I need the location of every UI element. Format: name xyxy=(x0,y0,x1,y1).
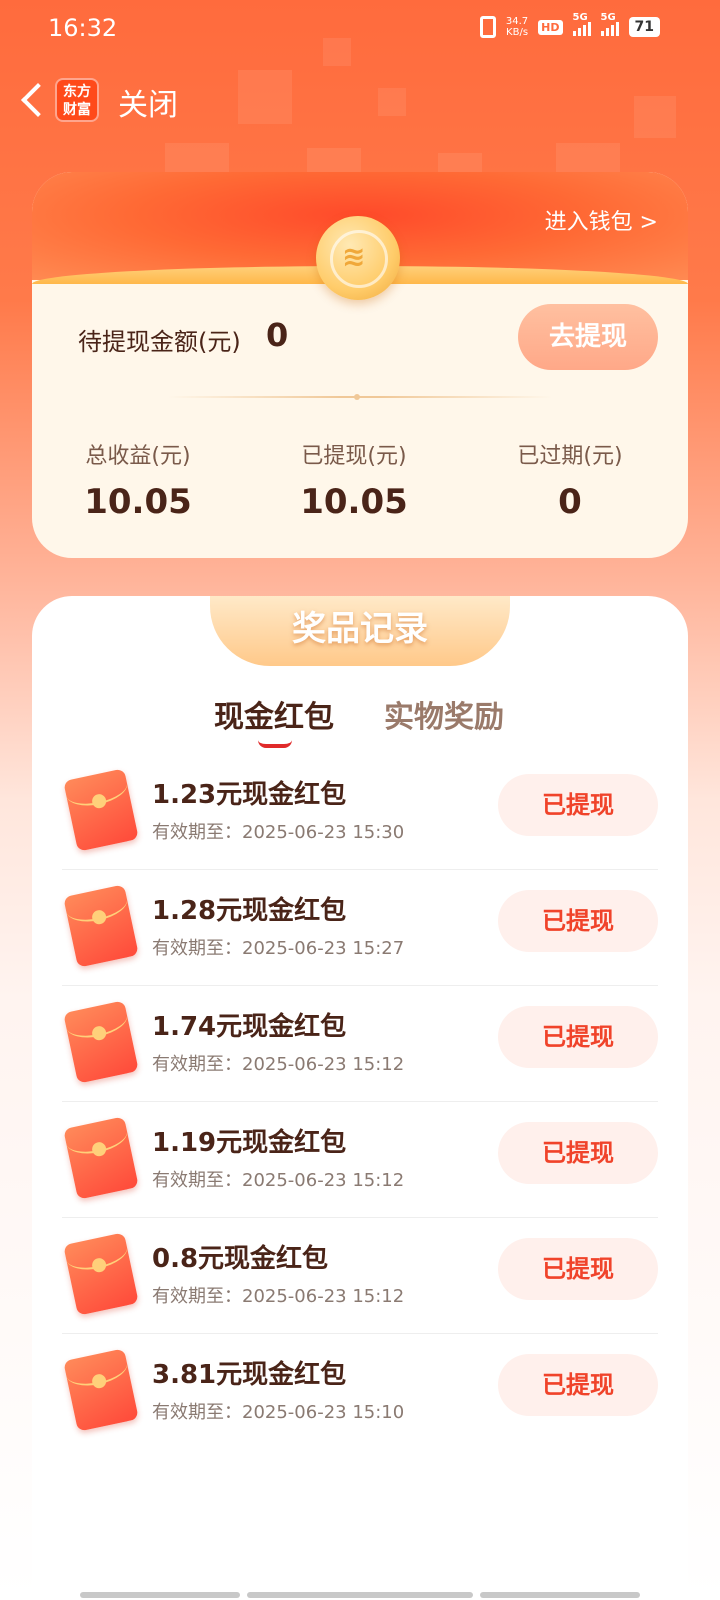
list-item: 1.19元现金红包 有效期至：2025-06-23 15:12 已提现 xyxy=(62,1102,658,1218)
background-decoration xyxy=(165,143,229,173)
red-packet-icon xyxy=(63,1000,139,1084)
stat-label: 已过期(元) xyxy=(517,444,623,469)
red-packet-icon xyxy=(63,1348,139,1432)
scroll-indicator xyxy=(480,1592,640,1598)
title-bar: 东方财富 关闭 xyxy=(0,70,720,130)
list-item-expiry: 有效期至：2025-06-23 15:12 xyxy=(152,1286,405,1307)
signal-icon: 5G xyxy=(572,12,591,36)
stat-value: 10.05 xyxy=(300,482,408,522)
sim2-label: 5G xyxy=(600,12,616,23)
red-packet-icon xyxy=(63,768,139,852)
withdrawn-status-button[interactable]: 已提现 xyxy=(498,774,658,836)
network-speed-unit: KB/s xyxy=(506,27,529,38)
list-item-expiry: 有效期至：2025-06-23 15:10 xyxy=(152,1402,405,1423)
list-item-title: 1.28元现金红包 xyxy=(152,896,347,926)
active-tab-indicator xyxy=(258,740,292,748)
status-icons: 34.7 KB/s HD 5G 5G 71 xyxy=(479,12,660,38)
app-logo: 东方财富 xyxy=(55,78,99,122)
coin-icon: ≋ xyxy=(316,216,400,300)
list-item-expiry: 有效期至：2025-06-23 15:27 xyxy=(152,938,405,959)
scroll-indicator xyxy=(247,1592,473,1598)
wallet-card: 进入钱包 > ≋ 待提现金额(元) 0 去提现 总收益(元) 10.05 已提现… xyxy=(32,172,688,558)
prize-records-panel: 奖品记录 现金红包 实物奖励 1.23元现金红包 有效期至：2025-06-23… xyxy=(32,596,688,1600)
list-item-expiry: 有效期至：2025-06-23 15:30 xyxy=(152,822,405,843)
prize-records-title: 奖品记录 xyxy=(210,596,510,666)
red-packet-icon xyxy=(63,1116,139,1200)
list-item-title: 1.74元现金红包 xyxy=(152,1012,347,1042)
tab-cash-red-packet[interactable]: 现金红包 xyxy=(214,692,334,736)
network-speed: 34.7 KB/s xyxy=(506,16,528,38)
hd-icon: HD xyxy=(538,19,563,35)
scroll-indicator xyxy=(80,1592,240,1598)
close-button[interactable]: 关闭 xyxy=(118,80,178,124)
enter-wallet-link[interactable]: 进入钱包 > xyxy=(545,204,658,236)
sim1-label: 5G xyxy=(572,12,588,23)
list-item: 3.81元现金红包 有效期至：2025-06-23 15:10 已提现 xyxy=(62,1334,658,1450)
stat-expired: 已过期(元) 0 xyxy=(470,438,670,522)
list-item-title: 3.81元现金红包 xyxy=(152,1360,347,1390)
list-item: 1.28元现金红包 有效期至：2025-06-23 15:27 已提现 xyxy=(62,870,658,986)
stat-withdrawn: 已提现(元) 10.05 xyxy=(254,438,454,522)
vibrate-icon xyxy=(479,16,496,38)
red-packet-icon xyxy=(63,884,139,968)
signal-icon-2: 5G xyxy=(600,12,619,36)
list-item-expiry: 有效期至：2025-06-23 15:12 xyxy=(152,1170,405,1191)
records-tabs: 现金红包 实物奖励 xyxy=(32,692,688,748)
network-speed-value: 34.7 xyxy=(505,16,529,27)
pending-amount-value: 0 xyxy=(266,316,289,354)
back-icon[interactable] xyxy=(18,82,54,118)
list-item-expiry: 有效期至：2025-06-23 15:12 xyxy=(152,1054,405,1075)
withdrawn-status-button[interactable]: 已提现 xyxy=(498,1238,658,1300)
list-item-title: 1.19元现金红包 xyxy=(152,1128,347,1158)
withdrawn-status-button[interactable]: 已提现 xyxy=(498,1122,658,1184)
stat-label: 已提现(元) xyxy=(301,444,407,469)
list-item: 0.8元现金红包 有效期至：2025-06-23 15:12 已提现 xyxy=(62,1218,658,1334)
stat-value: 0 xyxy=(558,482,582,522)
withdraw-button[interactable]: 去提现 xyxy=(518,304,658,370)
stat-label: 总收益(元) xyxy=(85,444,191,469)
status-bar: 16:32 34.7 KB/s HD 5G 5G 71 xyxy=(0,0,720,58)
background-decoration xyxy=(307,148,361,174)
list-item: 1.23元现金红包 有效期至：2025-06-23 15:30 已提现 xyxy=(62,754,658,870)
withdrawn-status-button[interactable]: 已提现 xyxy=(498,1006,658,1068)
stat-value: 10.05 xyxy=(84,482,192,522)
stat-total-income: 总收益(元) 10.05 xyxy=(38,438,238,522)
list-item: 1.74元现金红包 有效期至：2025-06-23 15:12 已提现 xyxy=(62,986,658,1102)
red-packet-icon xyxy=(63,1232,139,1316)
list-item-title: 1.23元现金红包 xyxy=(152,780,347,810)
divider xyxy=(168,394,552,400)
list-item-title: 0.8元现金红包 xyxy=(152,1244,329,1274)
withdrawn-status-button[interactable]: 已提现 xyxy=(498,890,658,952)
withdrawn-status-button[interactable]: 已提现 xyxy=(498,1354,658,1416)
pending-amount-label: 待提现金额(元) xyxy=(78,328,241,356)
background-decoration xyxy=(556,143,620,173)
status-time: 16:32 xyxy=(48,14,118,42)
tab-physical-rewards[interactable]: 实物奖励 xyxy=(384,692,504,736)
battery-icon: 71 xyxy=(628,17,660,37)
